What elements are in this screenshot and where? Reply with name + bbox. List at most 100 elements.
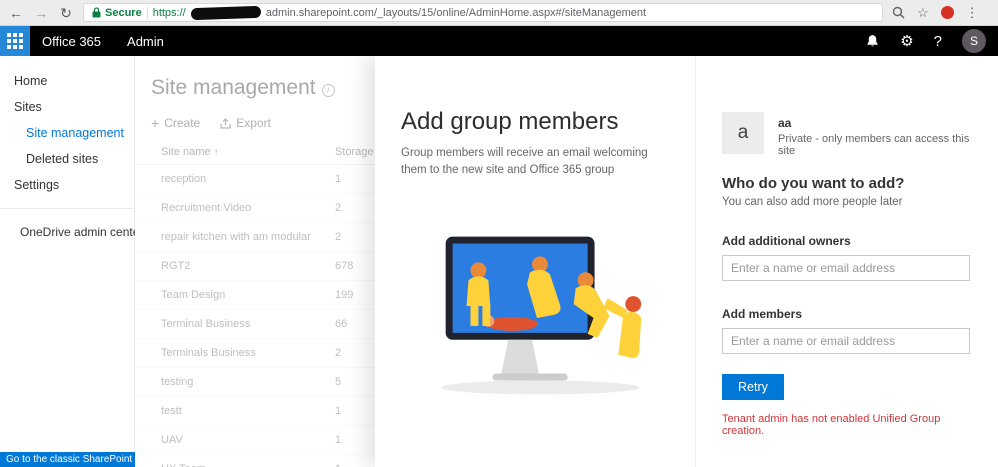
refresh-icon[interactable]: ↻ (58, 6, 74, 20)
page-title: Site management (151, 76, 316, 99)
group-details-panel: a aa Private - only members can access t… (695, 56, 998, 467)
site-storage: 1 (335, 434, 342, 446)
redaction-scribble (190, 5, 261, 20)
table-header: Site name↑ Storage used ( (135, 130, 375, 165)
dialog-subtitle: Group members will receive an email welc… (401, 147, 648, 176)
o365-header: Office 365 Admin ⚙ ? S (0, 26, 998, 56)
classic-link-label: Go to the classic SharePoint (6, 454, 133, 465)
page-title-row: Site management i (135, 56, 375, 100)
owners-input[interactable] (722, 255, 970, 281)
browser-menu-icon[interactable]: ⋮ (966, 5, 979, 21)
site-title: aa (778, 116, 792, 130)
office365-brand[interactable]: Office 365 (42, 34, 101, 49)
site-storage: 1 (335, 463, 341, 467)
error-message: Tenant admin has not enabled Unified Gro… (722, 413, 941, 437)
gear-icon[interactable]: ⚙ (900, 34, 913, 49)
app-launcher-icon[interactable] (0, 26, 30, 56)
table-row[interactable]: Team Design 199 (135, 281, 375, 310)
sidebar-item-label: Settings (14, 178, 60, 192)
admin-label: Admin (127, 33, 164, 49)
site-storage: 2 (335, 231, 342, 243)
add-group-members-dialog: Add group members Group members will rec… (375, 56, 695, 467)
sidebar-item-label: Deleted sites (26, 152, 99, 166)
illustration-container (375, 228, 695, 405)
members-input[interactable] (722, 328, 970, 354)
forward-icon[interactable]: → (33, 6, 49, 20)
browser-chrome: ← → ↻ Secure https:// admin.sharepoint.c… (0, 0, 998, 26)
site-name: testt (161, 405, 182, 417)
create-button[interactable]: + Create (151, 116, 200, 130)
site-storage: 5 (335, 376, 342, 388)
sort-asc-icon: ↑ (213, 147, 219, 158)
info-icon[interactable]: i (321, 83, 335, 97)
bell-icon[interactable] (865, 34, 880, 49)
add-question-hint: You can also add more people later (722, 196, 903, 208)
column-storage-used[interactable]: Storage used ( (335, 146, 375, 158)
create-label: Create (164, 116, 201, 130)
help-icon[interactable]: ? (934, 34, 942, 49)
site-name: repair kitchen with am modular (161, 231, 311, 243)
table-row[interactable]: testt 1 (135, 397, 375, 426)
column-site-name[interactable]: Site name ↑ (161, 146, 335, 158)
export-label: Export (236, 116, 271, 130)
members-label: Add members (722, 307, 803, 321)
table-row[interactable]: testing 5 (135, 368, 375, 397)
site-storage: 199 (335, 289, 354, 301)
sidebar-item-sites[interactable]: Sites (0, 94, 134, 120)
site-name: RGT2 (161, 260, 191, 272)
sidebar-item-home[interactable]: Home (0, 68, 134, 94)
site-storage: 1 (335, 405, 342, 417)
site-name: UAV (161, 434, 183, 446)
address-divider (146, 6, 148, 19)
secure-badge[interactable]: Secure (92, 7, 142, 19)
sidebar-item-deleted-sites[interactable]: Deleted sites (0, 146, 134, 172)
retry-button[interactable]: Retry (722, 374, 784, 400)
site-name: Terminal Business (161, 318, 251, 330)
export-icon (220, 117, 231, 129)
site-storage: 2 (335, 347, 342, 359)
waffle-icon (7, 33, 23, 49)
sidebar-item-label: OneDrive admin center (20, 225, 144, 239)
site-storage: 678 (335, 260, 354, 272)
address-bar[interactable]: Secure https:// admin.sharepoint.com/_la… (83, 3, 883, 22)
table-row[interactable]: Terminals Business 2 (135, 339, 375, 368)
site-summary-text: aa Private - only members can access thi… (778, 112, 970, 157)
table-row[interactable]: Terminal Business 66 (135, 310, 375, 339)
table-row[interactable]: repair kitchen with am modular 2 (135, 223, 375, 252)
plus-icon: + (151, 115, 160, 131)
url-text: admin.sharepoint.com/_layouts/15/online/… (265, 6, 647, 19)
url-protocol: https:// (152, 6, 186, 19)
site-name: reception (161, 173, 207, 185)
table-row[interactable]: reception 1 (135, 165, 375, 194)
header-actions: ⚙ ? S (865, 29, 998, 53)
account-avatar[interactable]: S (962, 29, 986, 53)
sidebar-item-site-management[interactable]: Site management (0, 120, 134, 146)
table-row[interactable]: Recruitment Video 2 (135, 194, 375, 223)
back-icon[interactable]: ← (8, 6, 24, 20)
site-name: Team Design (161, 289, 226, 301)
sidebar-item-label: Home (14, 74, 48, 88)
browser-actions: ☆ ⋮ (892, 5, 979, 21)
list-toolbar: + Create Export (135, 100, 375, 130)
export-button[interactable]: Export (220, 116, 271, 130)
site-storage: 2 (335, 202, 342, 214)
sidebar-divider (0, 208, 134, 209)
site-list-panel: Site management i + Create Export Site n… (135, 56, 375, 467)
zoom-icon[interactable] (892, 6, 905, 19)
owners-label: Add additional owners (722, 234, 851, 248)
classic-sharepoint-link[interactable]: Go to the classic SharePoint (0, 452, 135, 467)
add-question-title: Who do you want to add? (722, 175, 905, 192)
sidebar-item-onedrive-admin[interactable]: OneDrive admin center (0, 219, 143, 245)
bookmark-star-icon[interactable]: ☆ (917, 5, 929, 21)
padlock-icon (92, 7, 101, 18)
dialog-title: Add group members (401, 108, 619, 135)
site-storage: 66 (335, 318, 348, 330)
table-row[interactable]: UAV 1 (135, 426, 375, 455)
group-members-illustration (440, 236, 642, 395)
extension-icon[interactable] (940, 6, 954, 19)
table-row[interactable]: UX Team 1 (135, 455, 375, 467)
table-row[interactable]: RGT2 678 (135, 252, 375, 281)
dimmed-content: Site management i + Create Export Site n… (135, 56, 375, 467)
sidebar-item-settings[interactable]: Settings (0, 172, 134, 198)
site-summary: a aa Private - only members can access t… (722, 112, 970, 157)
